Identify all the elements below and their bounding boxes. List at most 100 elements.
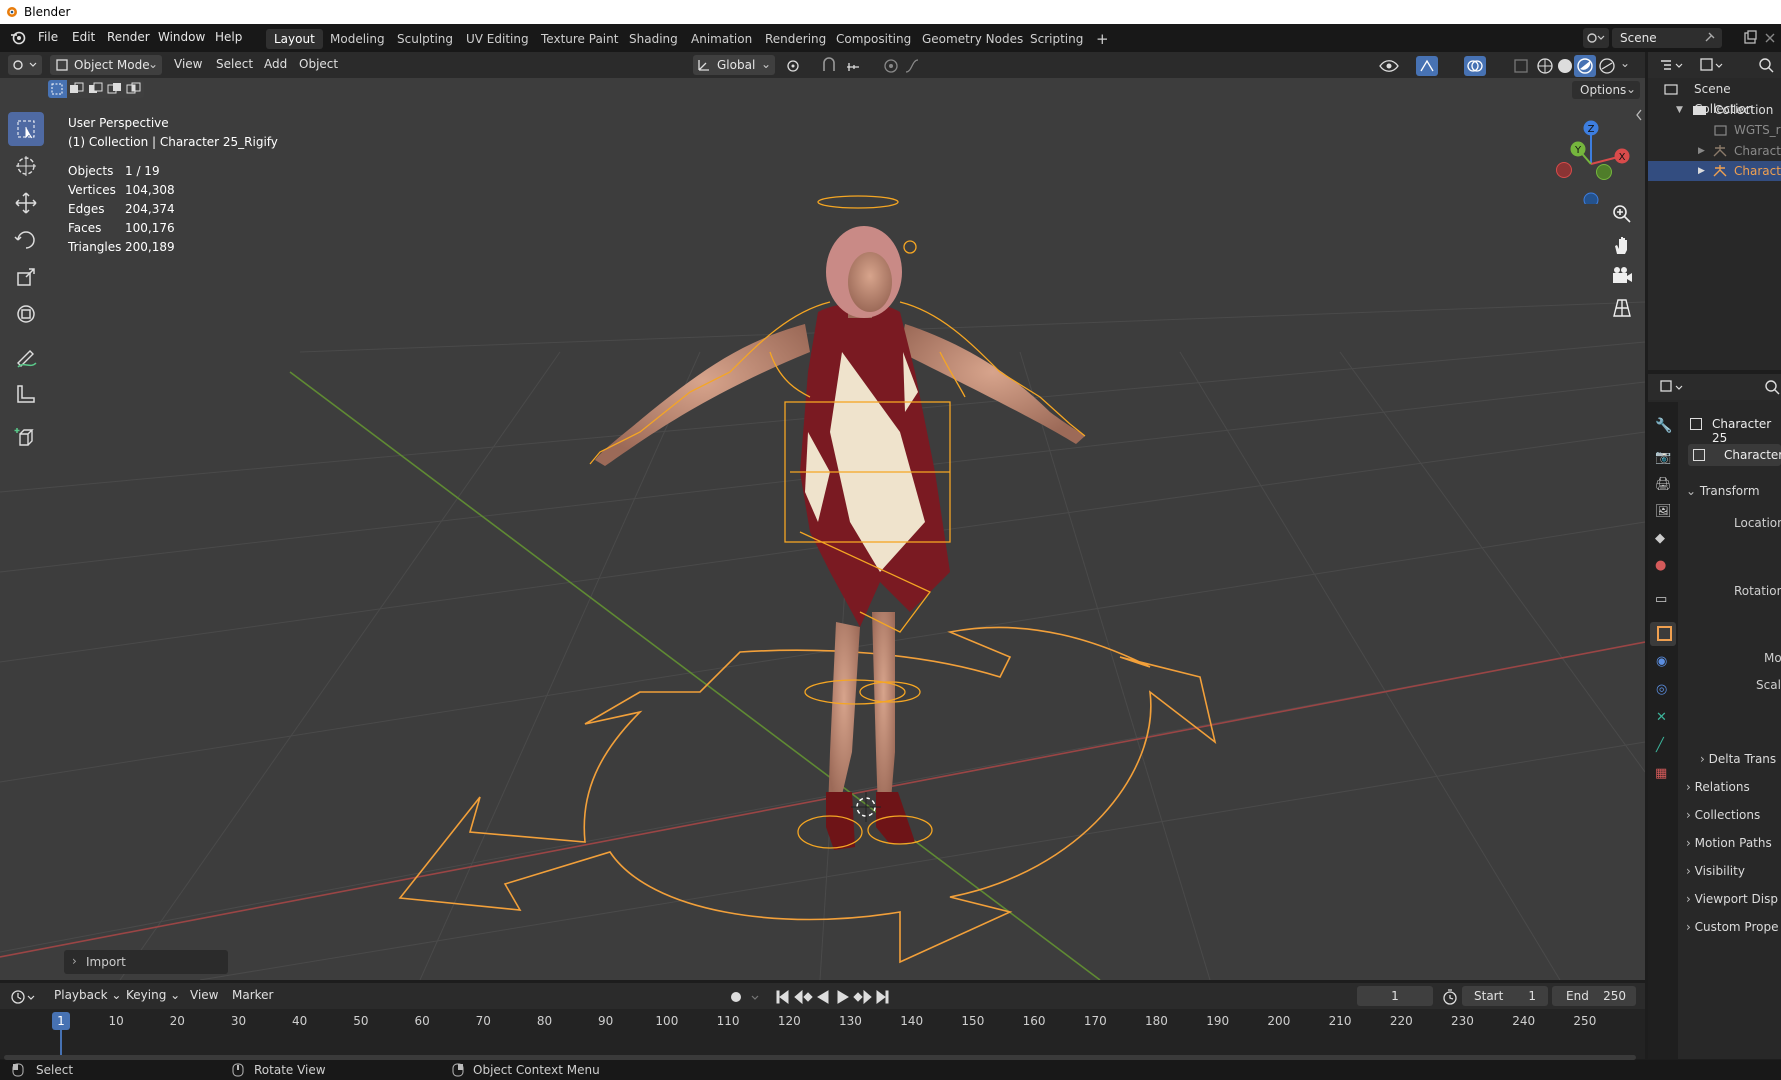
world-icon[interactable]: ● [1655, 558, 1666, 573]
tab-uv-editing[interactable]: UV Editing [458, 29, 537, 49]
visibility-icon[interactable] [1378, 56, 1412, 76]
texture-icon[interactable]: ▦ [1655, 766, 1667, 781]
scene-browse-button[interactable] [1583, 28, 1609, 48]
tab-scripting[interactable]: Scripting [1022, 29, 1091, 49]
sidebar-toggle-icon[interactable] [1634, 108, 1644, 122]
view-layer-icon[interactable]: 🖼 [1655, 504, 1672, 519]
menu-edit[interactable]: Edit [72, 30, 95, 44]
camera-view-icon[interactable] [1610, 264, 1634, 288]
tab-geometry-nodes[interactable]: Geometry Nodes [914, 29, 1031, 49]
menu-view[interactable]: View [174, 57, 202, 71]
current-frame-field[interactable]: 1 [1357, 986, 1433, 1006]
properties-editor-icon[interactable] [1658, 378, 1688, 396]
add-cube-tool[interactable] [8, 420, 44, 454]
transform-tool[interactable] [8, 297, 44, 331]
tab-compositing[interactable]: Compositing [828, 29, 919, 49]
scene-field[interactable]: Scene [1612, 28, 1722, 48]
menu-view[interactable]: View [190, 988, 218, 1002]
tab-sculpting[interactable]: Sculpting [389, 29, 461, 49]
jump-keyframe-forward-icon[interactable] [853, 989, 872, 1005]
jump-end-icon[interactable] [876, 990, 889, 1004]
tab-texture-paint[interactable]: Texture Paint [533, 29, 626, 49]
tab-layout[interactable]: Layout [266, 29, 323, 49]
relations-section[interactable]: › Relations [1686, 780, 1750, 794]
wireframe-shading-icon[interactable] [1535, 56, 1555, 76]
tab-animation[interactable]: Animation [683, 29, 760, 49]
editor-type-button[interactable] [8, 55, 42, 75]
armature-data-icon[interactable]: ✕ [1656, 710, 1667, 725]
record-icon[interactable] [726, 988, 766, 1006]
timeline-editor-icon[interactable] [10, 988, 40, 1006]
object-name-field[interactable]: Character 25 [1690, 414, 1781, 445]
new-scene-icon[interactable] [1742, 30, 1758, 46]
object-properties-tab[interactable] [1650, 622, 1676, 646]
select-invert-icon[interactable] [105, 80, 124, 98]
transform-panel-header[interactable]: ⌄ Transform [1686, 484, 1760, 498]
delta-transform-section[interactable]: › Delta Trans [1700, 752, 1776, 766]
render-icon[interactable]: 📷 [1655, 450, 1671, 465]
end-frame-field[interactable]: End 250 [1552, 986, 1636, 1006]
pin-icon[interactable] [1702, 31, 1716, 45]
blender-menu-icon[interactable] [10, 30, 26, 46]
scale-tool[interactable] [8, 260, 44, 294]
menu-file[interactable]: File [38, 30, 58, 44]
select-extend-icon[interactable] [67, 80, 86, 98]
data-block-field[interactable]: Character [1688, 444, 1781, 466]
menu-window[interactable]: Window [158, 30, 205, 44]
cursor-tool[interactable] [8, 149, 44, 183]
gizmo-neg-x-icon[interactable] [1556, 162, 1572, 178]
shading-options-chevron-icon[interactable]: ⌄ [1620, 56, 1630, 70]
rendered-shading-icon[interactable] [1597, 56, 1617, 76]
expand-right-icon[interactable]: ▶ [1698, 161, 1705, 181]
outliner-row-collection[interactable]: ▼ Collection [1648, 100, 1781, 120]
jump-start-icon[interactable] [776, 990, 789, 1004]
add-workspace-button[interactable]: + [1088, 29, 1117, 49]
display-mode-icon[interactable] [1698, 56, 1728, 74]
pivot-point-icon[interactable] [784, 57, 814, 75]
snap-increment-icon[interactable] [845, 57, 875, 75]
viewport-display-section[interactable]: › Viewport Disp [1686, 892, 1778, 906]
motion-paths-section[interactable]: › Motion Paths [1686, 836, 1772, 850]
navigation-gizmo[interactable]: Z X Y [1548, 114, 1638, 204]
collection-tab-icon[interactable]: ▭ [1655, 592, 1667, 607]
start-frame-field[interactable]: Start 1 [1462, 986, 1548, 1006]
expand-down-icon[interactable]: ▼ [1676, 100, 1683, 120]
zoom-icon[interactable] [1610, 202, 1634, 226]
last-operator-panel[interactable]: › Import [64, 950, 228, 974]
xray-icon[interactable] [1512, 57, 1530, 75]
output-icon[interactable]: 🖨 [1655, 477, 1672, 492]
move-tool[interactable] [8, 186, 44, 220]
menu-select[interactable]: Select [216, 57, 253, 71]
orientation-dropdown[interactable]: Global ⌄ [693, 55, 775, 75]
play-reverse-icon[interactable] [817, 990, 829, 1004]
gizmo-neg-z-icon[interactable] [1583, 192, 1599, 204]
visibility-section[interactable]: › Visibility [1686, 864, 1745, 878]
3d-viewport[interactable]: Object Mode ⌄ View Select Add Object Glo… [0, 52, 1645, 980]
menu-render[interactable]: Render [107, 30, 150, 44]
outliner-row-character-selected[interactable]: ▶ Characte [1648, 161, 1781, 181]
jump-keyframe-back-icon[interactable] [794, 989, 813, 1005]
options-dropdown[interactable]: Options ⌄ [1572, 81, 1640, 99]
search-icon[interactable] [1756, 56, 1776, 74]
tab-modeling[interactable]: Modeling [322, 29, 393, 49]
menu-playback[interactable]: Playback ⌄ [54, 988, 121, 1002]
snap-icon[interactable] [820, 57, 840, 75]
gizmo-toggle-button[interactable] [1416, 56, 1438, 76]
menu-help[interactable]: Help [215, 30, 242, 44]
search-icon[interactable] [1762, 378, 1781, 396]
annotate-tool[interactable] [8, 340, 44, 374]
outliner-row-scene-collection[interactable]: Scene Collection [1648, 79, 1781, 116]
menu-keying[interactable]: Keying ⌄ [126, 988, 180, 1002]
tab-shading[interactable]: Shading [621, 29, 686, 49]
outliner-row-character-armature[interactable]: ▶ Characte [1648, 141, 1781, 161]
menu-object[interactable]: Object [299, 57, 338, 71]
stopwatch-icon[interactable] [1440, 987, 1460, 1007]
select-box-tool[interactable] [8, 112, 44, 146]
overlay-toggle-button[interactable] [1464, 56, 1486, 76]
solid-shading-icon[interactable] [1555, 56, 1575, 76]
measure-tool[interactable] [8, 377, 44, 411]
collections-section[interactable]: › Collections [1686, 808, 1760, 822]
falloff-icon[interactable] [904, 57, 934, 75]
outliner-row-wgts[interactable]: WGTS_ri [1648, 120, 1781, 140]
physics-icon[interactable]: ◎ [1656, 682, 1667, 697]
